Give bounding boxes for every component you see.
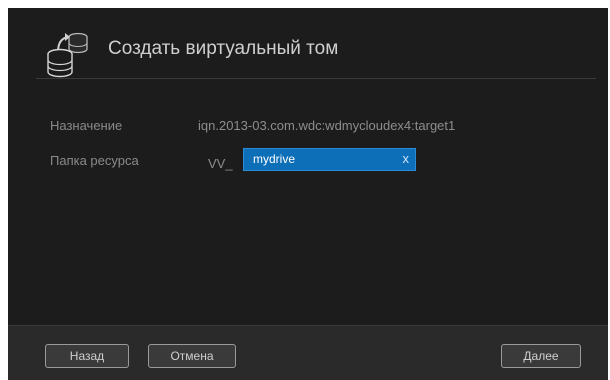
- dialog-title: Создать виртуальный том: [108, 38, 339, 59]
- create-volume-dialog: Создать виртуальный том Назначение iqn.2…: [8, 8, 608, 380]
- target-label: Назначение: [50, 118, 123, 133]
- back-button[interactable]: Назад: [45, 344, 129, 368]
- cancel-button[interactable]: Отмена: [148, 344, 236, 368]
- folder-name-input[interactable]: mydrive x: [243, 148, 416, 171]
- folder-name-value[interactable]: mydrive: [253, 152, 295, 166]
- folder-label: Папка ресурса: [50, 153, 139, 168]
- next-button[interactable]: Далее: [501, 344, 581, 368]
- clear-input-icon[interactable]: x: [403, 151, 410, 166]
- target-value: iqn.2013-03.com.wdc:wdmycloudex4:target1: [198, 118, 456, 133]
- folder-prefix: VV_: [208, 156, 233, 171]
- volume-stack-icon: [46, 30, 92, 78]
- dialog-header: Создать виртуальный том: [8, 8, 608, 83]
- header-divider: [36, 78, 596, 79]
- dialog-footer: Назад Отмена Далее: [8, 325, 608, 380]
